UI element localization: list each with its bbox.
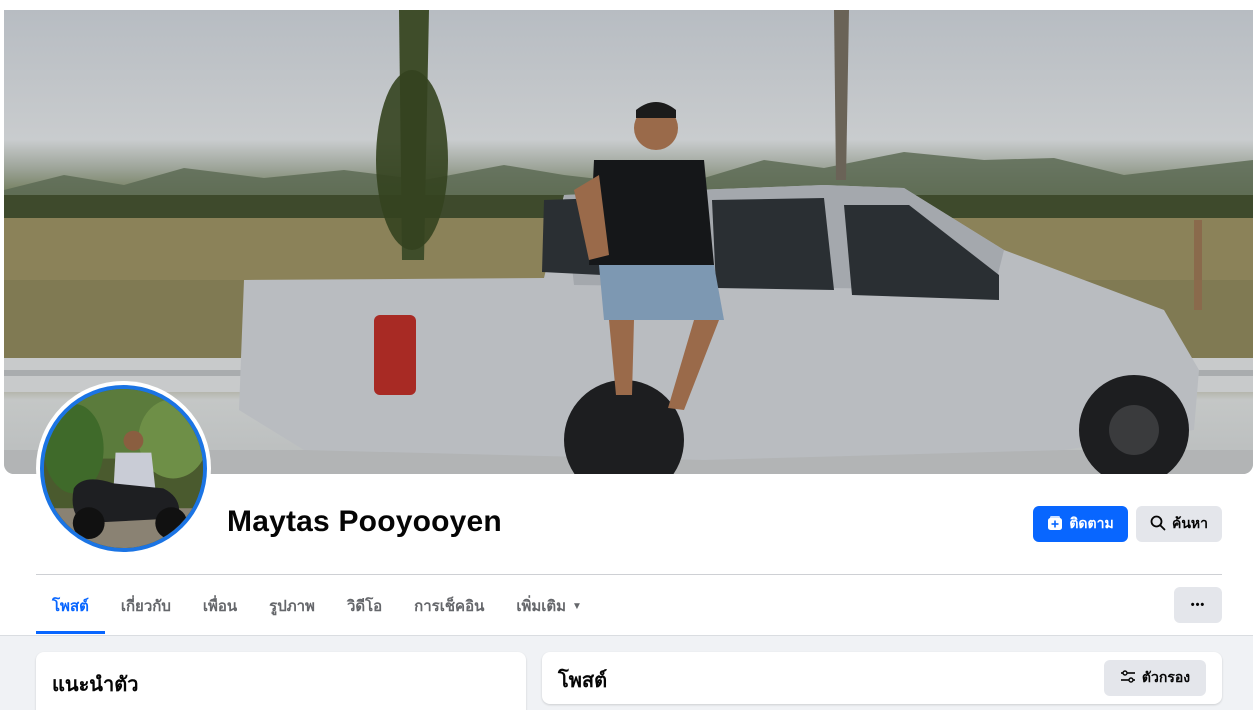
tab-checkins[interactable]: การเช็คอิน [398, 578, 500, 634]
more-dots-icon: ••• [1190, 599, 1206, 611]
profile-content: แนะนำตัว โพสต์ ตัวกรอง [0, 635, 1253, 710]
profile-name: Maytas Pooyooyen [227, 505, 502, 538]
tab-about-label: เกี่ยวกับ [120, 598, 171, 615]
tab-more[interactable]: เพิ่มเติม ▼ [500, 578, 598, 634]
tab-videos-label: วิดีโอ [346, 598, 383, 615]
chevron-down-icon: ▼ [572, 600, 582, 612]
tab-more-label: เพิ่มเติม [516, 598, 567, 615]
tab-videos[interactable]: วิดีโอ [331, 578, 398, 634]
tab-friends[interactable]: เพื่อน [187, 578, 253, 634]
search-icon [1150, 515, 1166, 534]
filter-button[interactable]: ตัวกรอง [1104, 660, 1206, 696]
tab-posts[interactable]: โพสต์ [36, 578, 105, 634]
posts-card: โพสต์ ตัวกรอง [542, 652, 1222, 704]
tab-friends-label: เพื่อน [202, 598, 238, 615]
intro-item-partial [52, 706, 352, 710]
filter-icon [1120, 669, 1136, 688]
avatar-image [44, 389, 203, 548]
intro-card: แนะนำตัว [36, 652, 526, 710]
follow-button-label: ติดตาม [1069, 515, 1114, 531]
posts-title: โพสต์ [558, 670, 608, 692]
profile-tabs: โพสต์ เกี่ยวกับ เพื่อน รูปภาพ วิดีโอ การ… [36, 578, 598, 634]
add-friend-icon [1047, 515, 1063, 534]
header-divider [36, 574, 1222, 575]
follow-button[interactable]: ติดตาม [1033, 506, 1128, 542]
tab-photos[interactable]: รูปภาพ [253, 578, 331, 634]
filter-button-label: ตัวกรอง [1141, 669, 1191, 685]
tab-checkins-label: การเช็คอิน [414, 598, 485, 615]
tab-about[interactable]: เกี่ยวกับ [105, 578, 187, 634]
more-options-button[interactable]: ••• [1174, 587, 1222, 623]
search-button[interactable]: ค้นหา [1136, 506, 1222, 542]
tab-photos-label: รูปภาพ [269, 598, 315, 615]
search-button-label: ค้นหา [1171, 515, 1209, 531]
profile-picture[interactable] [36, 381, 211, 556]
tab-posts-label: โพสต์ [52, 598, 89, 615]
avatar [40, 385, 207, 552]
intro-title: แนะนำตัว [52, 674, 139, 696]
